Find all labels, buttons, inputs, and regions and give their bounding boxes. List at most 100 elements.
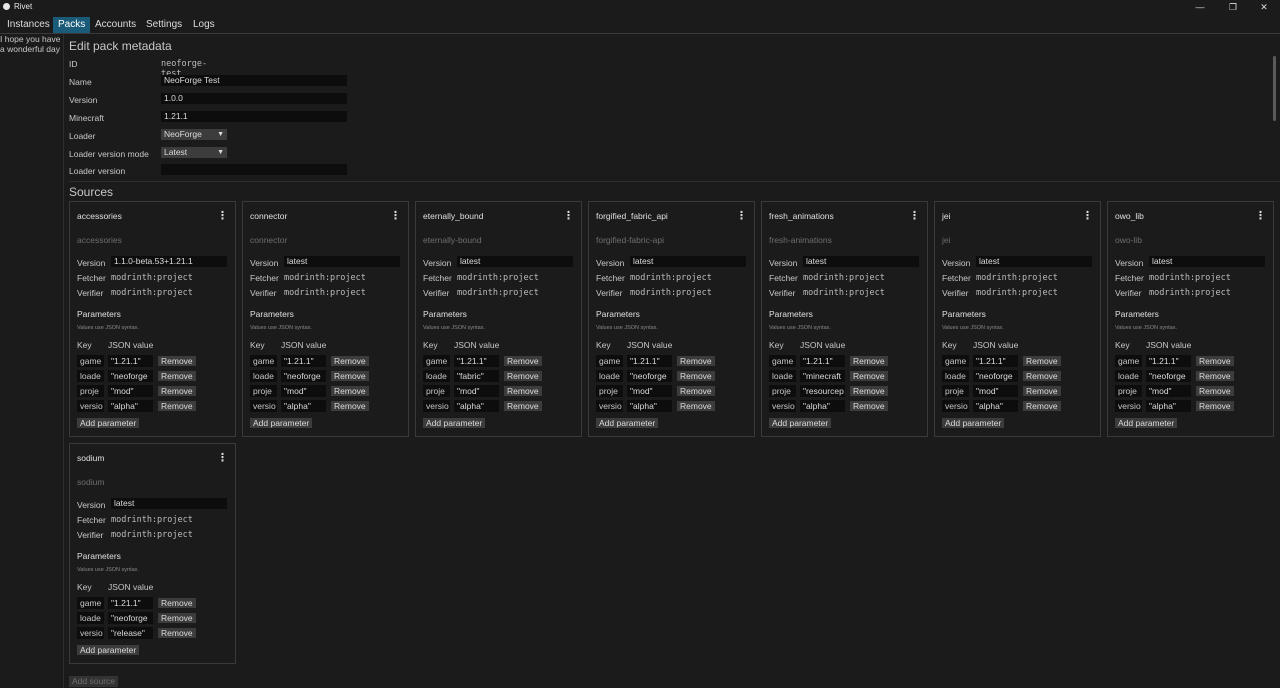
parameter-key-input[interactable]: loade <box>942 370 969 382</box>
parameter-key-input[interactable]: versio <box>942 400 969 412</box>
parameter-value-input[interactable]: "fabric" <box>454 370 499 382</box>
parameter-key-input[interactable]: proje <box>1115 385 1142 397</box>
minecraft-input[interactable]: 1.21.1 <box>161 111 347 122</box>
remove-parameter-button[interactable]: Remove <box>1196 401 1234 411</box>
add-parameter-button[interactable]: Add parameter <box>77 418 140 428</box>
remove-parameter-button[interactable]: Remove <box>331 386 369 396</box>
source-version-input[interactable]: latest <box>976 256 1092 267</box>
add-parameter-button[interactable]: Add parameter <box>250 418 313 428</box>
parameter-value-input[interactable]: "neoforge <box>108 370 153 382</box>
more-vertical-icon[interactable]: ⋮ <box>217 210 228 222</box>
name-input[interactable]: NeoForge Test <box>161 75 347 86</box>
parameter-value-input[interactable]: "1.21.1" <box>627 355 672 367</box>
minimize-button[interactable]: — <box>1185 0 1215 14</box>
parameter-value-input[interactable]: "resourcep <box>800 385 845 397</box>
parameter-value-input[interactable]: "mod" <box>454 385 499 397</box>
parameter-key-input[interactable]: versio <box>423 400 450 412</box>
source-version-input[interactable]: 1.1.0-beta.53+1.21.1 <box>111 256 227 267</box>
parameter-value-input[interactable]: "1.21.1" <box>108 355 153 367</box>
parameter-value-input[interactable]: "mod" <box>108 385 153 397</box>
remove-parameter-button[interactable]: Remove <box>158 356 196 366</box>
add-parameter-button[interactable]: Add parameter <box>1115 418 1178 428</box>
parameter-value-input[interactable]: "neoforge <box>973 370 1018 382</box>
parameter-key-input[interactable]: loade <box>423 370 450 382</box>
parameter-value-input[interactable]: "1.21.1" <box>281 355 326 367</box>
tab-accounts[interactable]: Accounts <box>90 17 141 33</box>
parameter-key-input[interactable]: loade <box>77 612 104 624</box>
parameter-value-input[interactable]: "alpha" <box>627 400 672 412</box>
remove-parameter-button[interactable]: Remove <box>331 371 369 381</box>
more-vertical-icon[interactable]: ⋮ <box>563 210 574 222</box>
add-parameter-button[interactable]: Add parameter <box>769 418 832 428</box>
tab-packs[interactable]: Packs <box>53 17 91 33</box>
parameter-key-input[interactable]: proje <box>423 385 450 397</box>
parameter-key-input[interactable]: loade <box>769 370 796 382</box>
remove-parameter-button[interactable]: Remove <box>850 401 888 411</box>
parameter-key-input[interactable]: loade <box>77 370 104 382</box>
loader-version-mode-select[interactable]: Latest ▼ <box>161 147 227 158</box>
parameter-value-input[interactable]: "alpha" <box>973 400 1018 412</box>
remove-parameter-button[interactable]: Remove <box>331 401 369 411</box>
remove-parameter-button[interactable]: Remove <box>1023 401 1061 411</box>
remove-parameter-button[interactable]: Remove <box>504 371 542 381</box>
source-version-input[interactable]: latest <box>1149 256 1265 267</box>
parameter-key-input[interactable]: proje <box>769 385 796 397</box>
remove-parameter-button[interactable]: Remove <box>677 356 715 366</box>
maximize-button[interactable]: ❐ <box>1218 0 1248 14</box>
remove-parameter-button[interactable]: Remove <box>1023 356 1061 366</box>
parameter-value-input[interactable]: "alpha" <box>800 400 845 412</box>
parameter-key-input[interactable]: game <box>77 597 104 609</box>
more-vertical-icon[interactable]: ⋮ <box>1255 210 1266 222</box>
remove-parameter-button[interactable]: Remove <box>677 386 715 396</box>
more-vertical-icon[interactable]: ⋮ <box>736 210 747 222</box>
parameter-key-input[interactable]: proje <box>942 385 969 397</box>
parameter-key-input[interactable]: game <box>423 355 450 367</box>
remove-parameter-button[interactable]: Remove <box>158 613 196 623</box>
source-version-input[interactable]: latest <box>803 256 919 267</box>
parameter-key-input[interactable]: game <box>1115 355 1142 367</box>
parameter-key-input[interactable]: loade <box>1115 370 1142 382</box>
remove-parameter-button[interactable]: Remove <box>504 356 542 366</box>
add-parameter-button[interactable]: Add parameter <box>942 418 1005 428</box>
parameter-key-input[interactable]: versio <box>77 400 104 412</box>
parameter-value-input[interactable]: "mod" <box>281 385 326 397</box>
parameter-value-input[interactable]: "release" <box>108 627 153 639</box>
remove-parameter-button[interactable]: Remove <box>158 628 196 638</box>
parameter-value-input[interactable]: "alpha" <box>281 400 326 412</box>
tab-logs[interactable]: Logs <box>188 17 220 33</box>
remove-parameter-button[interactable]: Remove <box>1023 386 1061 396</box>
scrollbar[interactable] <box>1273 56 1276 121</box>
close-button[interactable]: ✕ <box>1249 0 1279 14</box>
parameter-key-input[interactable]: loade <box>596 370 623 382</box>
more-vertical-icon[interactable]: ⋮ <box>909 210 920 222</box>
parameter-key-input[interactable]: versio <box>77 627 104 639</box>
parameter-key-input[interactable]: game <box>250 355 277 367</box>
parameter-value-input[interactable]: "neoforge <box>1146 370 1191 382</box>
tab-instances[interactable]: Instances <box>2 17 55 33</box>
loader-version-input[interactable] <box>161 164 347 175</box>
remove-parameter-button[interactable]: Remove <box>504 401 542 411</box>
parameter-key-input[interactable]: proje <box>596 385 623 397</box>
remove-parameter-button[interactable]: Remove <box>1196 371 1234 381</box>
parameter-value-input[interactable]: "alpha" <box>454 400 499 412</box>
parameter-key-input[interactable]: versio <box>1115 400 1142 412</box>
parameter-value-input[interactable]: "1.21.1" <box>800 355 845 367</box>
remove-parameter-button[interactable]: Remove <box>677 371 715 381</box>
parameter-key-input[interactable]: game <box>77 355 104 367</box>
parameter-value-input[interactable]: "1.21.1" <box>108 597 153 609</box>
tab-settings[interactable]: Settings <box>141 17 187 33</box>
remove-parameter-button[interactable]: Remove <box>504 386 542 396</box>
parameter-key-input[interactable]: proje <box>250 385 277 397</box>
parameter-value-input[interactable]: "1.21.1" <box>973 355 1018 367</box>
remove-parameter-button[interactable]: Remove <box>1196 386 1234 396</box>
parameter-key-input[interactable]: versio <box>769 400 796 412</box>
parameter-value-input[interactable]: "1.21.1" <box>454 355 499 367</box>
more-vertical-icon[interactable]: ⋮ <box>390 210 401 222</box>
remove-parameter-button[interactable]: Remove <box>331 356 369 366</box>
remove-parameter-button[interactable]: Remove <box>850 371 888 381</box>
remove-parameter-button[interactable]: Remove <box>158 386 196 396</box>
parameter-key-input[interactable]: versio <box>250 400 277 412</box>
remove-parameter-button[interactable]: Remove <box>850 386 888 396</box>
remove-parameter-button[interactable]: Remove <box>1196 356 1234 366</box>
parameter-value-input[interactable]: "neoforge <box>627 370 672 382</box>
